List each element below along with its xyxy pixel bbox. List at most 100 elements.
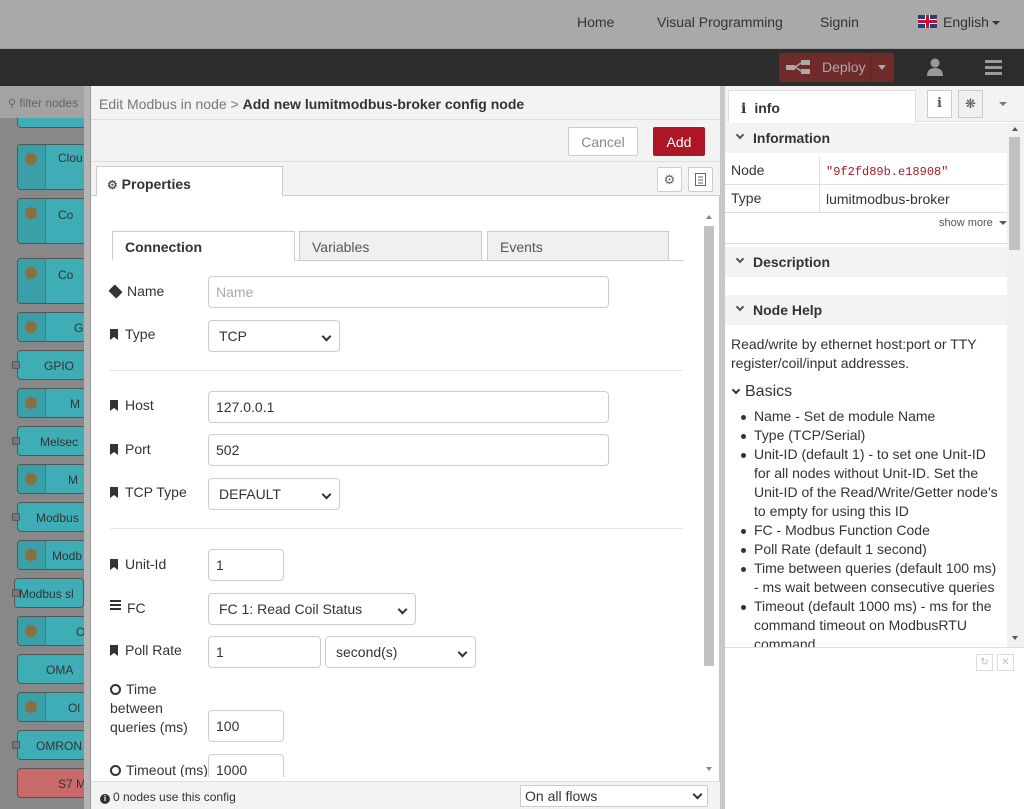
- cancel-button[interactable]: Cancel: [568, 127, 638, 156]
- bookmark-icon: [110, 329, 118, 340]
- name-label: Name: [108, 283, 164, 299]
- chevron-down-icon: [731, 385, 741, 395]
- tab-events[interactable]: Events: [487, 231, 669, 261]
- chevron-down-icon: [735, 254, 745, 264]
- tag-icon: [108, 284, 123, 299]
- list-item: Type (TCP/Serial): [737, 426, 1003, 445]
- info-key: Type: [731, 190, 762, 206]
- palette-node[interactable]: Melsec: [17, 426, 84, 456]
- basics-heading: Basics: [731, 383, 792, 401]
- tcp-type-select[interactable]: DEFAULT: [208, 478, 340, 510]
- palette-node[interactable]: Modb: [17, 540, 84, 570]
- clock-icon: [110, 765, 121, 776]
- bookmark-icon: [110, 487, 118, 498]
- refresh-icon[interactable]: ↻: [976, 654, 993, 671]
- palette-filter[interactable]: ⚲ filter nodes: [0, 86, 84, 118]
- info-value: "9f2fd89b.e18908": [819, 157, 1007, 185]
- close-icon[interactable]: ✕: [997, 654, 1014, 671]
- port-input[interactable]: 502: [208, 434, 609, 466]
- palette-node[interactable]: M: [17, 388, 84, 418]
- caret-down-icon: [991, 21, 1000, 26]
- scope-select[interactable]: On all flows: [520, 785, 708, 807]
- properties-form: Connection Variables Events Name Name Ty…: [91, 197, 703, 777]
- nav-visual-programming-link[interactable]: Visual Programming: [657, 14, 783, 30]
- palette-node[interactable]: M: [17, 464, 84, 494]
- site-nav: Home Visual Programming Signin English: [0, 0, 1024, 49]
- palette-node[interactable]: Ol: [17, 692, 84, 722]
- information-section-header[interactable]: Information: [725, 123, 1007, 153]
- deploy-label: Deploy: [822, 59, 866, 75]
- form-scrollbar[interactable]: [703, 208, 715, 778]
- add-button[interactable]: Add: [653, 127, 705, 156]
- palette-node[interactable]: GPIO: [17, 350, 84, 380]
- time-between-label: Time between queries (ms): [110, 681, 188, 735]
- nav-signin-link[interactable]: Signin: [820, 14, 859, 30]
- tray-footer: i0 nodes use this config On all flows: [91, 781, 720, 809]
- sidebar-dropdown-icon[interactable]: [989, 90, 1014, 118]
- list-item: Name - Set de module Name: [737, 407, 1003, 426]
- bookmark-icon: [110, 645, 118, 656]
- palette-node[interactable]: Modbus sl: [14, 578, 84, 608]
- tab-properties[interactable]: ⚙ Properties: [96, 166, 283, 197]
- node-description-icon[interactable]: [688, 167, 713, 192]
- sidebar-tab-bar: i info i ❋: [725, 86, 1024, 123]
- palette-node[interactable]: OMA: [17, 654, 84, 684]
- tray-title: Add new lumitmodbus-broker config node: [242, 96, 525, 112]
- tab-info[interactable]: i info: [728, 90, 916, 123]
- description-section-header[interactable]: Description: [725, 247, 1007, 277]
- name-input[interactable]: Name: [208, 276, 609, 308]
- node-palette: Clou Co Co G GPIO M Melsec M Modbus Modb…: [0, 86, 84, 809]
- scroll-up-icon[interactable]: [706, 215, 712, 219]
- info-row-node: Node "9f2fd89b.e18908": [725, 157, 1007, 185]
- basics-list: Name - Set de module Name Type (TCP/Seri…: [737, 407, 1003, 647]
- poll-rate-input[interactable]: 1: [208, 636, 321, 668]
- scroll-down-icon[interactable]: [706, 767, 712, 771]
- timeout-input[interactable]: 1000: [208, 754, 284, 777]
- scroll-thumb[interactable]: [1009, 137, 1020, 250]
- palette-node[interactable]: Co: [17, 198, 84, 244]
- poll-rate-label: Poll Rate: [110, 642, 182, 658]
- fc-select[interactable]: FC 1: Read Coil Status: [208, 593, 416, 625]
- debug-bug-icon[interactable]: ❋: [958, 90, 983, 118]
- menu-icon[interactable]: [985, 60, 1002, 78]
- language-dropdown[interactable]: English: [943, 14, 1000, 30]
- palette-node[interactable]: Co: [17, 258, 84, 304]
- user-icon[interactable]: [927, 58, 943, 76]
- bookmark-icon: [110, 559, 118, 570]
- deploy-button[interactable]: Deploy: [779, 53, 894, 82]
- list-item: Poll Rate (default 1 second): [737, 540, 1003, 559]
- info-tab-icon[interactable]: i: [927, 90, 952, 118]
- host-input[interactable]: 127.0.0.1: [208, 391, 609, 423]
- show-more-link[interactable]: show more: [939, 217, 1007, 229]
- scroll-up-icon[interactable]: [1012, 127, 1018, 131]
- palette-node[interactable]: Modbus: [17, 502, 84, 532]
- list-item: Timeout (default 1000 ms) - ms for the c…: [737, 597, 1003, 647]
- deploy-divider: [870, 53, 871, 82]
- port-label: Port: [110, 441, 151, 457]
- deploy-dropdown-caret-icon[interactable]: [878, 65, 886, 70]
- unit-id-input[interactable]: 1: [208, 549, 284, 581]
- scroll-thumb[interactable]: [704, 226, 714, 666]
- type-select[interactable]: TCP: [208, 320, 340, 352]
- palette-node[interactable]: OMRON: [17, 730, 84, 760]
- palette-node[interactable]: Clou: [17, 144, 84, 190]
- tab-info-label: info: [754, 100, 780, 116]
- poll-rate-unit-select[interactable]: second(s): [325, 636, 476, 668]
- tab-connection[interactable]: Connection: [112, 231, 295, 261]
- palette-node[interactable]: S7 M: [17, 768, 84, 798]
- palette-node[interactable]: O: [17, 616, 84, 646]
- host-label: Host: [110, 397, 154, 413]
- tray-breadcrumb: Edit Modbus in node > Add new lumitmodbu…: [91, 86, 720, 120]
- palette-node[interactable]: G: [17, 312, 84, 342]
- tab-variables[interactable]: Variables: [299, 231, 482, 261]
- info-key: Node: [731, 162, 765, 178]
- node-help-section-header[interactable]: Node Help: [725, 295, 1007, 325]
- node-settings-gear-icon[interactable]: ⚙: [657, 167, 682, 192]
- scroll-down-icon[interactable]: [1012, 636, 1018, 640]
- info-row-type: Type lumitmodbus-broker: [725, 185, 1007, 213]
- nav-home-link[interactable]: Home: [577, 14, 614, 30]
- fc-label: FC: [110, 600, 146, 616]
- sidebar-scrollbar[interactable]: [1007, 123, 1024, 647]
- time-between-input[interactable]: 100: [208, 710, 284, 742]
- breadcrumb-parent[interactable]: Edit Modbus in node: [99, 96, 227, 112]
